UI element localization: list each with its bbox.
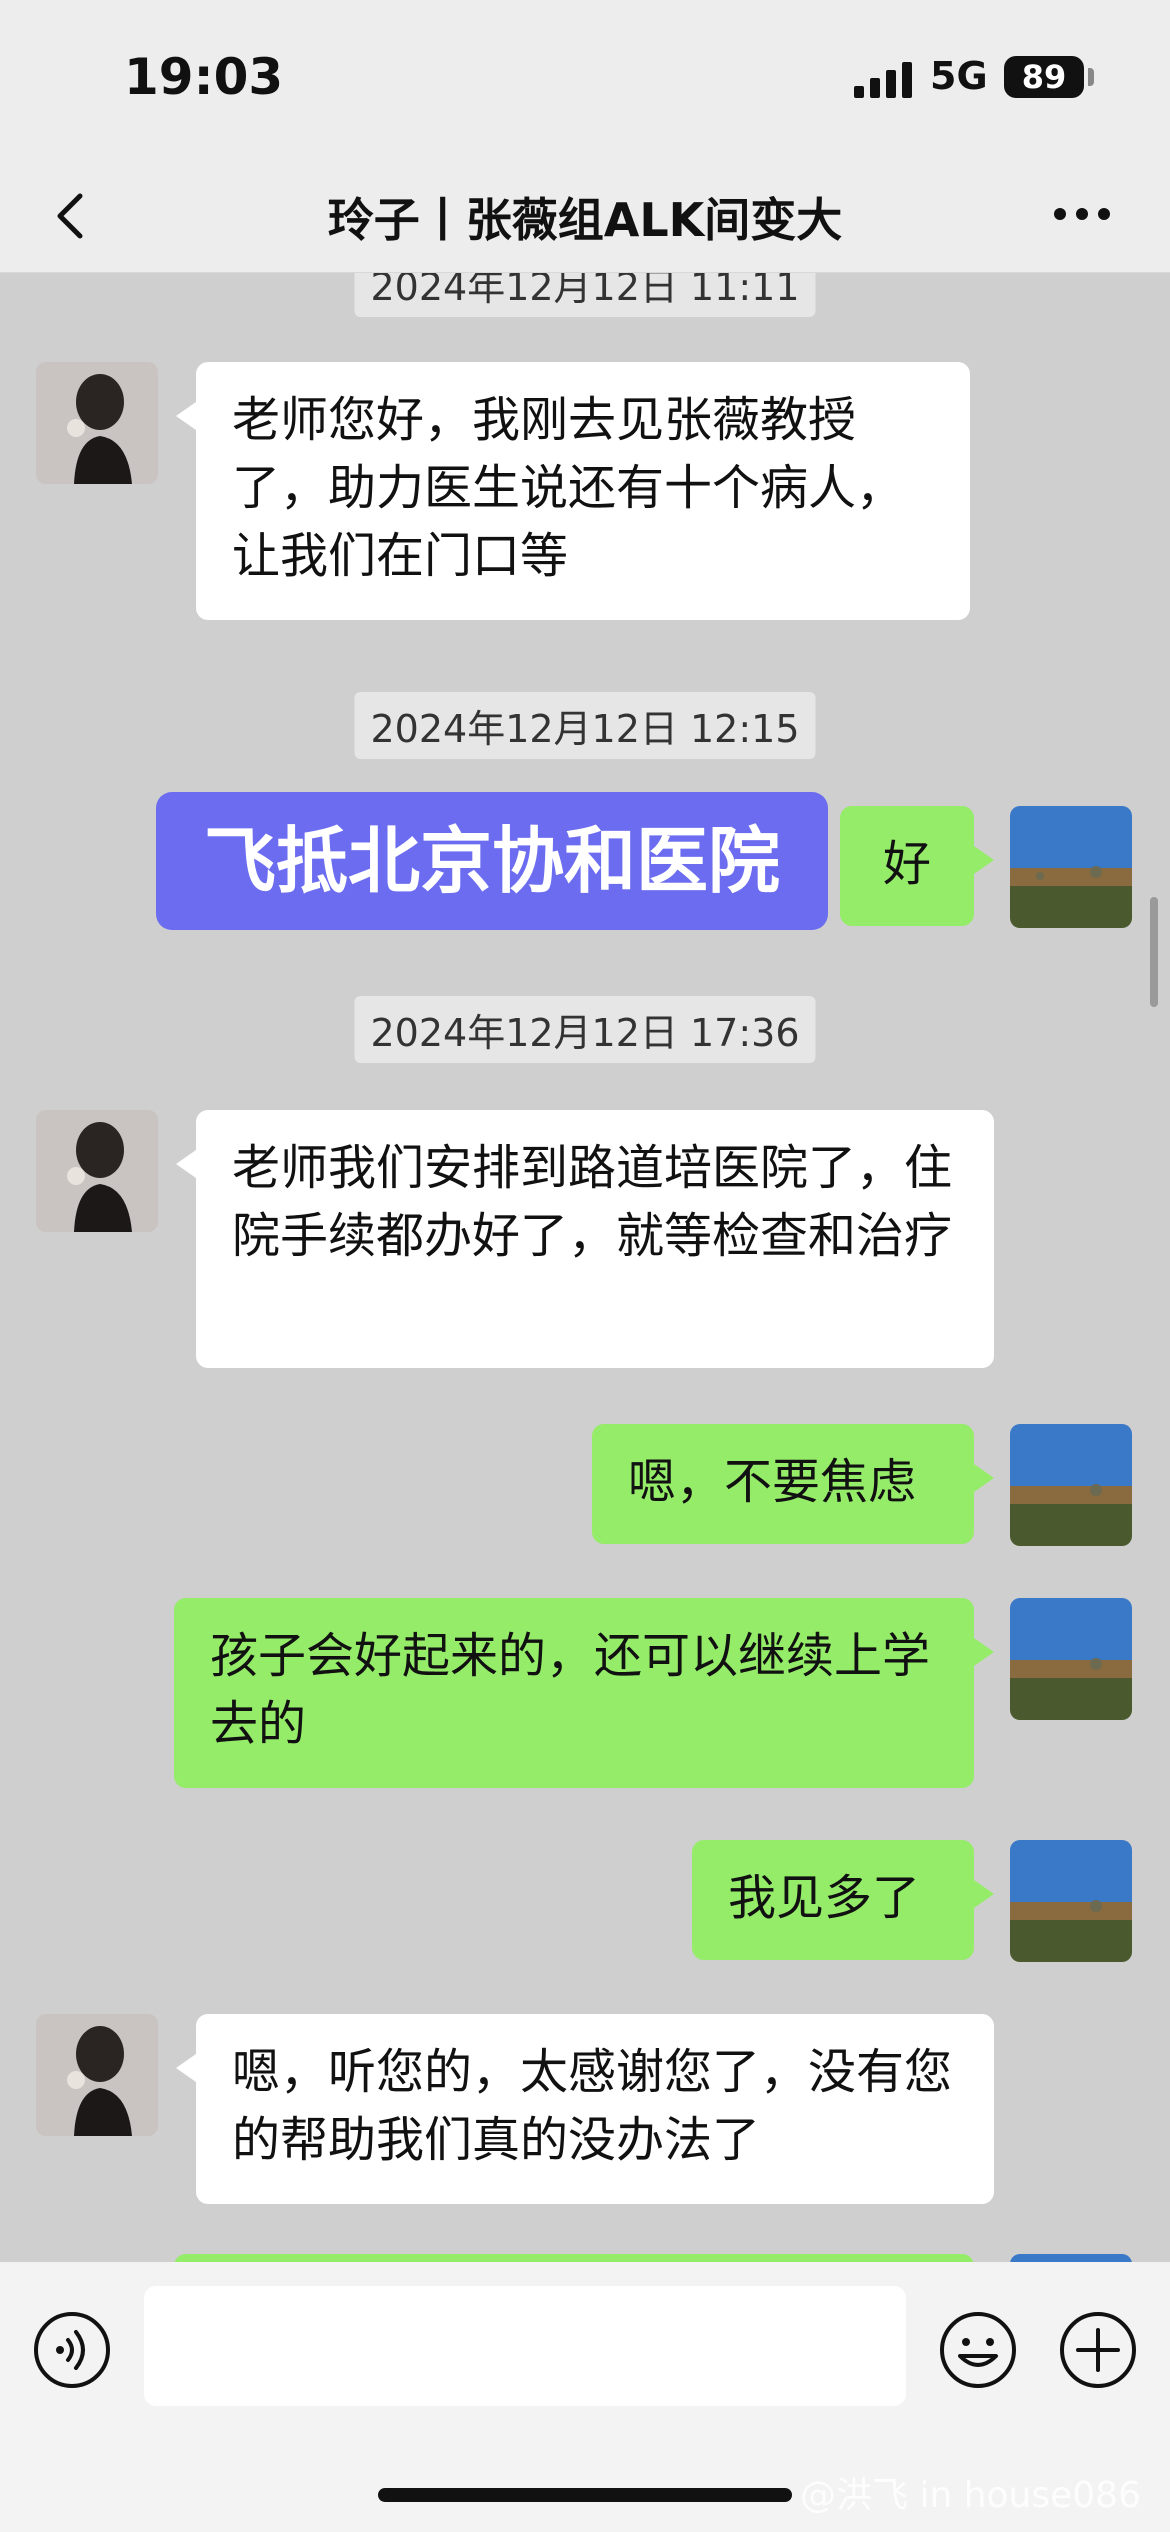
timestamp: 2024年12月12日 17:36 bbox=[354, 996, 816, 1063]
timestamp: 2024年12月12日 12:15 bbox=[354, 692, 816, 759]
my-avatar[interactable] bbox=[1010, 1840, 1132, 1962]
message-bubble-outgoing[interactable]: 好 bbox=[840, 806, 994, 926]
message-bubble-incoming[interactable]: 老师您好，我刚去见张薇教授了，助力医生说还有十个病人，让我们在门口等 bbox=[176, 362, 970, 620]
voice-icon[interactable] bbox=[32, 2310, 112, 2390]
message-bubble-incoming[interactable]: 嗯，听您的，太感谢您了，没有您的帮助我们真的没办法了 bbox=[176, 2014, 994, 2204]
network-type: 5G bbox=[930, 54, 988, 98]
battery-level: 89 bbox=[1004, 56, 1084, 98]
status-time: 19:03 bbox=[124, 48, 284, 106]
timestamp: 2024年12月12日 11:11 bbox=[354, 272, 816, 317]
message-bubble-incoming[interactable]: 老师我们安排到路道培医院了，住院手续都办好了，就等检查和治疗 bbox=[176, 1110, 994, 1368]
message-bubble-outgoing[interactable]: 孩子会好起来的，还可以继续上学去的 bbox=[174, 1598, 994, 1788]
signal-icon bbox=[854, 62, 912, 98]
chat-header: 玲子丨张薇组ALK间变大 bbox=[0, 160, 1170, 273]
message-bubble-outgoing[interactable]: 嗯，不要焦虑 bbox=[592, 1424, 994, 1544]
watermark: @洪飞 in house086 bbox=[800, 2475, 1141, 2516]
contact-avatar[interactable] bbox=[36, 362, 158, 484]
more-dots-icon[interactable] bbox=[1052, 202, 1112, 226]
chat-title: 玲子丨张薇组ALK间变大 bbox=[327, 193, 843, 247]
contact-avatar[interactable] bbox=[36, 1110, 158, 1232]
battery-tip bbox=[1088, 68, 1094, 86]
message-input[interactable] bbox=[144, 2286, 906, 2406]
my-avatar[interactable] bbox=[1010, 806, 1132, 928]
overlay-caption: 飞抵北京协和医院 bbox=[156, 792, 828, 930]
scrollbar[interactable] bbox=[1150, 897, 1158, 1007]
my-avatar[interactable] bbox=[1010, 1424, 1132, 1546]
my-avatar-partial bbox=[1010, 2254, 1132, 2262]
my-avatar[interactable] bbox=[1010, 1598, 1132, 1720]
contact-avatar[interactable] bbox=[36, 2014, 158, 2136]
message-bubble-outgoing-partial bbox=[174, 2254, 974, 2262]
emoji-icon[interactable] bbox=[938, 2310, 1018, 2390]
plus-icon[interactable] bbox=[1058, 2310, 1138, 2390]
back-arrow-icon[interactable] bbox=[44, 188, 100, 244]
message-list[interactable]: 2024年12月12日 11:11 老师您好，我刚去见张薇教授了，助力医生说还有… bbox=[0, 272, 1170, 2262]
home-indicator[interactable] bbox=[378, 2488, 792, 2502]
message-bubble-outgoing[interactable]: 我见多了 bbox=[692, 1840, 994, 1960]
status-bar: 19:03 5G 89 bbox=[0, 0, 1170, 160]
